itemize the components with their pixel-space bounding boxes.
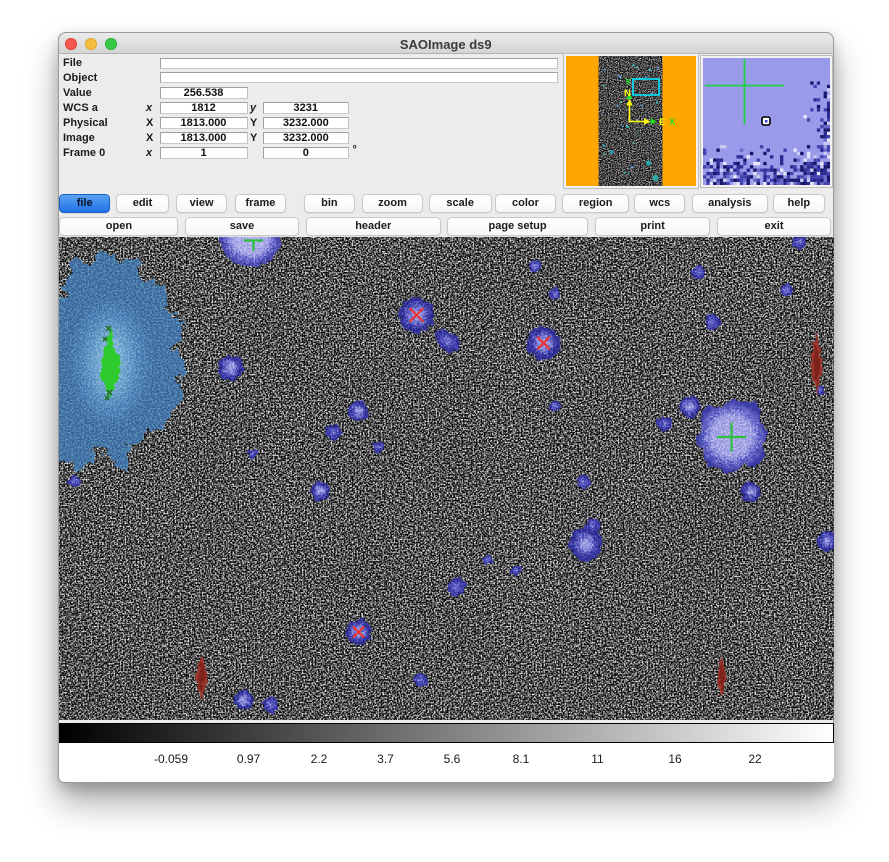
svg-text:X: X bbox=[669, 117, 676, 128]
svg-text:Y: Y bbox=[625, 77, 632, 88]
svg-text:N: N bbox=[624, 88, 631, 99]
svg-text:E: E bbox=[659, 117, 665, 128]
